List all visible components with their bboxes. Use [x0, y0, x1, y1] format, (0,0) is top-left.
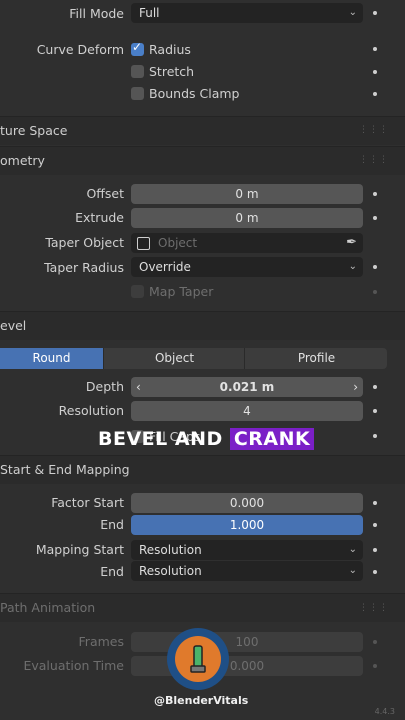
mapping-end-value: Resolution	[139, 564, 202, 578]
texture-space-title: ture Space	[0, 123, 68, 138]
bevel-panel-header[interactable]	[0, 311, 405, 340]
mapping-end-label: End	[100, 564, 124, 579]
factor-start-field[interactable]: 0.000	[131, 493, 363, 513]
caption-part1: BEVEL AND	[98, 428, 230, 450]
map-taper-label: Map Taper	[149, 284, 214, 299]
chevron-down-icon: ⌄	[348, 7, 357, 18]
fill-mode-dropdown[interactable]: Full ⌄	[131, 3, 363, 23]
path-animation-title: Path Animation	[0, 600, 96, 615]
taper-object-placeholder: Object	[158, 236, 198, 250]
factor-start-label: Factor Start	[51, 495, 124, 510]
keyframe-dot-icon[interactable]	[373, 11, 377, 15]
taper-radius-dropdown[interactable]: Override ⌄	[131, 257, 363, 277]
resolution-label: Resolution	[58, 403, 124, 418]
channel-logo	[167, 628, 229, 690]
mapping-start-value: Resolution	[139, 543, 202, 557]
depth-value: 0.021 m	[219, 380, 275, 394]
geometry-title: ometry	[0, 153, 45, 168]
increment-arrow-icon[interactable]: ›	[353, 377, 358, 397]
keyframe-dot-icon[interactable]	[373, 548, 377, 552]
drag-handle-icon[interactable]: ⋮⋮⋮	[359, 125, 389, 135]
evaluation-time-label: Evaluation Time	[23, 658, 124, 673]
tab-round[interactable]: Round	[0, 348, 103, 369]
chevron-down-icon: ⌄	[348, 261, 357, 272]
eyedropper-icon[interactable]: ✒	[346, 233, 357, 253]
keyframe-dot-icon[interactable]	[373, 385, 377, 389]
keyframe-dot-icon[interactable]	[373, 434, 377, 438]
blender-vitals-icon	[175, 636, 221, 682]
bounds-clamp-label: Bounds Clamp	[149, 86, 240, 101]
chevron-down-icon: ⌄	[348, 565, 357, 576]
keyframe-dot-icon[interactable]	[373, 523, 377, 527]
extrude-field[interactable]: 0 m	[131, 208, 363, 228]
geometry-panel-header[interactable]	[0, 146, 405, 175]
resolution-field[interactable]: 4	[131, 401, 363, 421]
mapping-start-dropdown[interactable]: Resolution ⌄	[131, 540, 363, 560]
factor-end-label: End	[100, 517, 124, 532]
video-caption: BEVEL AND CRANK	[98, 428, 315, 450]
frames-label: Frames	[78, 634, 124, 649]
bounds-clamp-checkbox[interactable]	[131, 87, 144, 100]
depth-label: Depth	[85, 379, 124, 394]
keyframe-dot-icon[interactable]	[373, 640, 377, 644]
depth-field[interactable]: ‹ 0.021 m ›	[131, 377, 363, 397]
channel-handle: @BlenderVitals	[154, 694, 249, 707]
fill-mode-value: Full	[139, 6, 160, 20]
version-label: 4.4.3	[374, 707, 395, 716]
mapping-start-label: Mapping Start	[35, 542, 124, 557]
mapping-end-dropdown[interactable]: Resolution ⌄	[131, 561, 363, 581]
keyframe-dot-icon[interactable]	[373, 192, 377, 196]
decrement-arrow-icon[interactable]: ‹	[136, 377, 141, 397]
keyframe-dot-icon[interactable]	[373, 265, 377, 269]
radius-label: Radius	[149, 42, 191, 57]
taper-radius-label: Taper Radius	[44, 260, 124, 275]
map-taper-checkbox[interactable]	[131, 285, 144, 298]
offset-label: Offset	[86, 186, 124, 201]
keyframe-dot-icon[interactable]	[373, 409, 377, 413]
stretch-label: Stretch	[149, 64, 195, 79]
offset-field[interactable]: 0 m	[131, 184, 363, 204]
frames-field[interactable]: 100	[131, 632, 363, 652]
curve-deform-label: Curve Deform	[36, 42, 124, 57]
drag-handle-icon[interactable]: ⋮⋮⋮	[359, 603, 389, 613]
stretch-checkbox[interactable]	[131, 65, 144, 78]
keyframe-dot-icon[interactable]	[373, 570, 377, 574]
start-end-mapping-title: Start & End Mapping	[0, 462, 130, 477]
keyframe-dot-icon[interactable]	[373, 47, 377, 51]
chevron-down-icon: ⌄	[348, 544, 357, 555]
bevel-mode-tabs: Round Object Profile	[0, 348, 387, 369]
factor-end-field[interactable]: 1.000	[131, 515, 363, 535]
taper-object-field[interactable]: Object ✒	[131, 233, 363, 253]
drag-handle-icon[interactable]: ⋮⋮⋮	[359, 155, 389, 165]
object-icon	[137, 237, 150, 250]
tab-object[interactable]: Object	[103, 348, 245, 369]
caption-highlight: CRANK	[229, 428, 315, 450]
keyframe-dot-icon[interactable]	[373, 70, 377, 74]
keyframe-dot-icon[interactable]	[373, 92, 377, 96]
evaluation-time-field[interactable]: 0.000	[131, 656, 363, 676]
fill-mode-label: Fill Mode	[69, 6, 124, 21]
keyframe-dot-icon[interactable]	[373, 216, 377, 220]
extrude-label: Extrude	[75, 210, 124, 225]
radius-checkbox[interactable]	[131, 40, 144, 56]
taper-object-label: Taper Object	[45, 235, 124, 250]
tab-profile[interactable]: Profile	[244, 348, 388, 369]
keyframe-dot-icon[interactable]	[373, 290, 377, 294]
bevel-title: evel	[0, 318, 27, 333]
taper-radius-value: Override	[139, 260, 191, 274]
keyframe-dot-icon[interactable]	[373, 664, 377, 668]
keyframe-dot-icon[interactable]	[373, 501, 377, 505]
